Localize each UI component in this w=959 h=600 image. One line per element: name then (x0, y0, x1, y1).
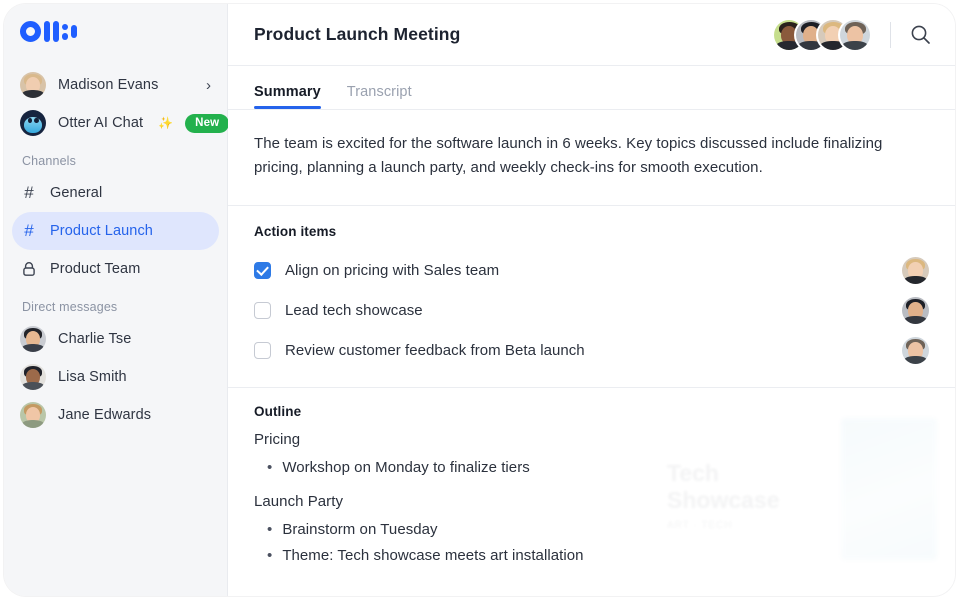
action-item-checkbox[interactable] (254, 342, 271, 360)
outline-bullet-text: Theme: Tech showcase meets art installat… (282, 547, 584, 565)
participant-avatar-stack[interactable] (774, 19, 870, 50)
logo-bar-3 (62, 32, 68, 40)
outline-group: Launch Party • Brainstorm on Tuesday • T… (254, 493, 929, 570)
action-item-row[interactable]: Review customer feedback from Beta launc… (254, 331, 929, 371)
sidebar-item-label: Product Launch (50, 223, 153, 239)
action-item-label: Lead tech showcase (285, 302, 423, 320)
bullet-glyph: • (267, 547, 273, 565)
avatar-assignee[interactable] (902, 337, 929, 365)
sidebar-item-label: Product Team (50, 261, 141, 277)
summary-section: The team is excited for the software lau… (228, 110, 955, 206)
sidebar-dm-label: Jane Edwards (58, 407, 152, 423)
sparkle-icon: ✨ (158, 116, 174, 130)
direct-messages-section-header: Direct messages (22, 300, 118, 314)
main-panel: Product Launch Meeting Summary Transcrip… (228, 4, 955, 596)
tab-bar: Summary Transcript (228, 66, 955, 110)
chevron-right-icon[interactable]: › (206, 78, 211, 93)
sidebar: Madison Evans › Otter AI Chat ✨ New Chan… (4, 4, 230, 596)
sidebar-item-product-launch[interactable]: # Product Launch (12, 212, 219, 250)
outline-topic: Pricing (254, 430, 301, 448)
action-item-row[interactable]: Lead tech showcase (254, 291, 929, 331)
page-title: Product Launch Meeting (254, 24, 461, 44)
outline-topic: Launch Party (254, 492, 343, 510)
otter-logo[interactable] (20, 20, 227, 42)
logo-bar-1 (44, 20, 50, 42)
action-item-row[interactable]: Align on pricing with Sales team (254, 251, 929, 291)
sidebar-item-otter-ai-chat[interactable]: Otter AI Chat ✨ New (12, 104, 230, 142)
sidebar-dm-charlie-tse[interactable]: Charlie Tse (12, 320, 219, 358)
outline-bullet: • Workshop on Monday to finalize tiers (254, 455, 929, 481)
summary-text: The team is excited for the software lau… (254, 135, 883, 177)
sidebar-dm-label: Lisa Smith (58, 369, 127, 385)
logo-ring-glyph (20, 20, 41, 42)
avatar-lisa-smith (20, 364, 46, 390)
sidebar-dm-lisa-smith[interactable]: Lisa Smith (12, 358, 219, 396)
outline-group: Pricing • Workshop on Monday to finalize… (254, 431, 929, 481)
action-item-label: Align on pricing with Sales team (285, 262, 500, 280)
otter-app-window: Madison Evans › Otter AI Chat ✨ New Chan… (4, 4, 955, 596)
logo-dot-bar-group (62, 21, 68, 42)
hash-icon: # (24, 221, 34, 240)
app-root: Madison Evans › Otter AI Chat ✨ New Chan… (0, 0, 959, 600)
sidebar-dm-jane-edwards[interactable]: Jane Edwards (12, 396, 219, 434)
action-item-label: Review customer feedback from Beta launc… (285, 342, 585, 360)
avatar-charlie-tse (20, 326, 46, 352)
outline-heading: Outline (254, 403, 302, 419)
outline-bullet: • Theme: Tech showcase meets art install… (254, 543, 929, 569)
avatar-assignee[interactable] (902, 257, 929, 285)
avatar-assignee[interactable] (902, 297, 929, 325)
content-pane: The team is excited for the software lau… (228, 110, 955, 596)
tab-transcript[interactable]: Transcript (347, 84, 412, 109)
action-items-section: Action items Align on pricing with Sales… (228, 206, 955, 388)
avatar-madison-evans (20, 72, 46, 98)
logo-dot (62, 23, 68, 30)
sidebar-user-name: Madison Evans (58, 77, 159, 93)
otter-ai-icon (20, 110, 46, 136)
sidebar-item-general[interactable]: # General (12, 174, 219, 212)
action-item-checkbox[interactable] (254, 302, 271, 320)
outline-bullet: • Brainstorm on Tuesday (254, 517, 929, 543)
outline-bullet-text: Brainstorm on Tuesday (282, 520, 438, 538)
logo-container (4, 4, 227, 56)
avatar-participant-4 (840, 19, 870, 50)
otter-ai-chat-label: Otter AI Chat (58, 115, 144, 131)
sidebar-user-row[interactable]: Madison Evans › (12, 66, 219, 104)
bullet-glyph: • (267, 458, 273, 476)
outline-bullet-text: Workshop on Monday to finalize tiers (282, 458, 530, 476)
bullet-glyph: • (267, 520, 273, 538)
outline-section: Outline Pricing • Workshop on Monday to … (228, 388, 955, 580)
header-divider (890, 21, 891, 48)
hash-icon: # (24, 183, 34, 202)
action-item-checkbox[interactable] (254, 262, 271, 280)
logo-bar-4 (71, 24, 77, 38)
meeting-header: Product Launch Meeting (228, 4, 955, 66)
avatar-jane-edwards (20, 402, 46, 428)
lock-icon (20, 261, 38, 277)
action-items-heading: Action items (254, 223, 337, 239)
sidebar-item-label: General (50, 185, 103, 201)
sidebar-dm-label: Charlie Tse (58, 331, 132, 347)
channels-section-header: Channels (22, 154, 77, 168)
logo-bar-2 (53, 20, 59, 42)
search-icon[interactable] (907, 22, 933, 48)
new-badge: New (185, 113, 230, 133)
tab-summary[interactable]: Summary (254, 84, 321, 109)
sidebar-item-product-team[interactable]: Product Team (12, 250, 219, 288)
header-actions (774, 19, 933, 50)
